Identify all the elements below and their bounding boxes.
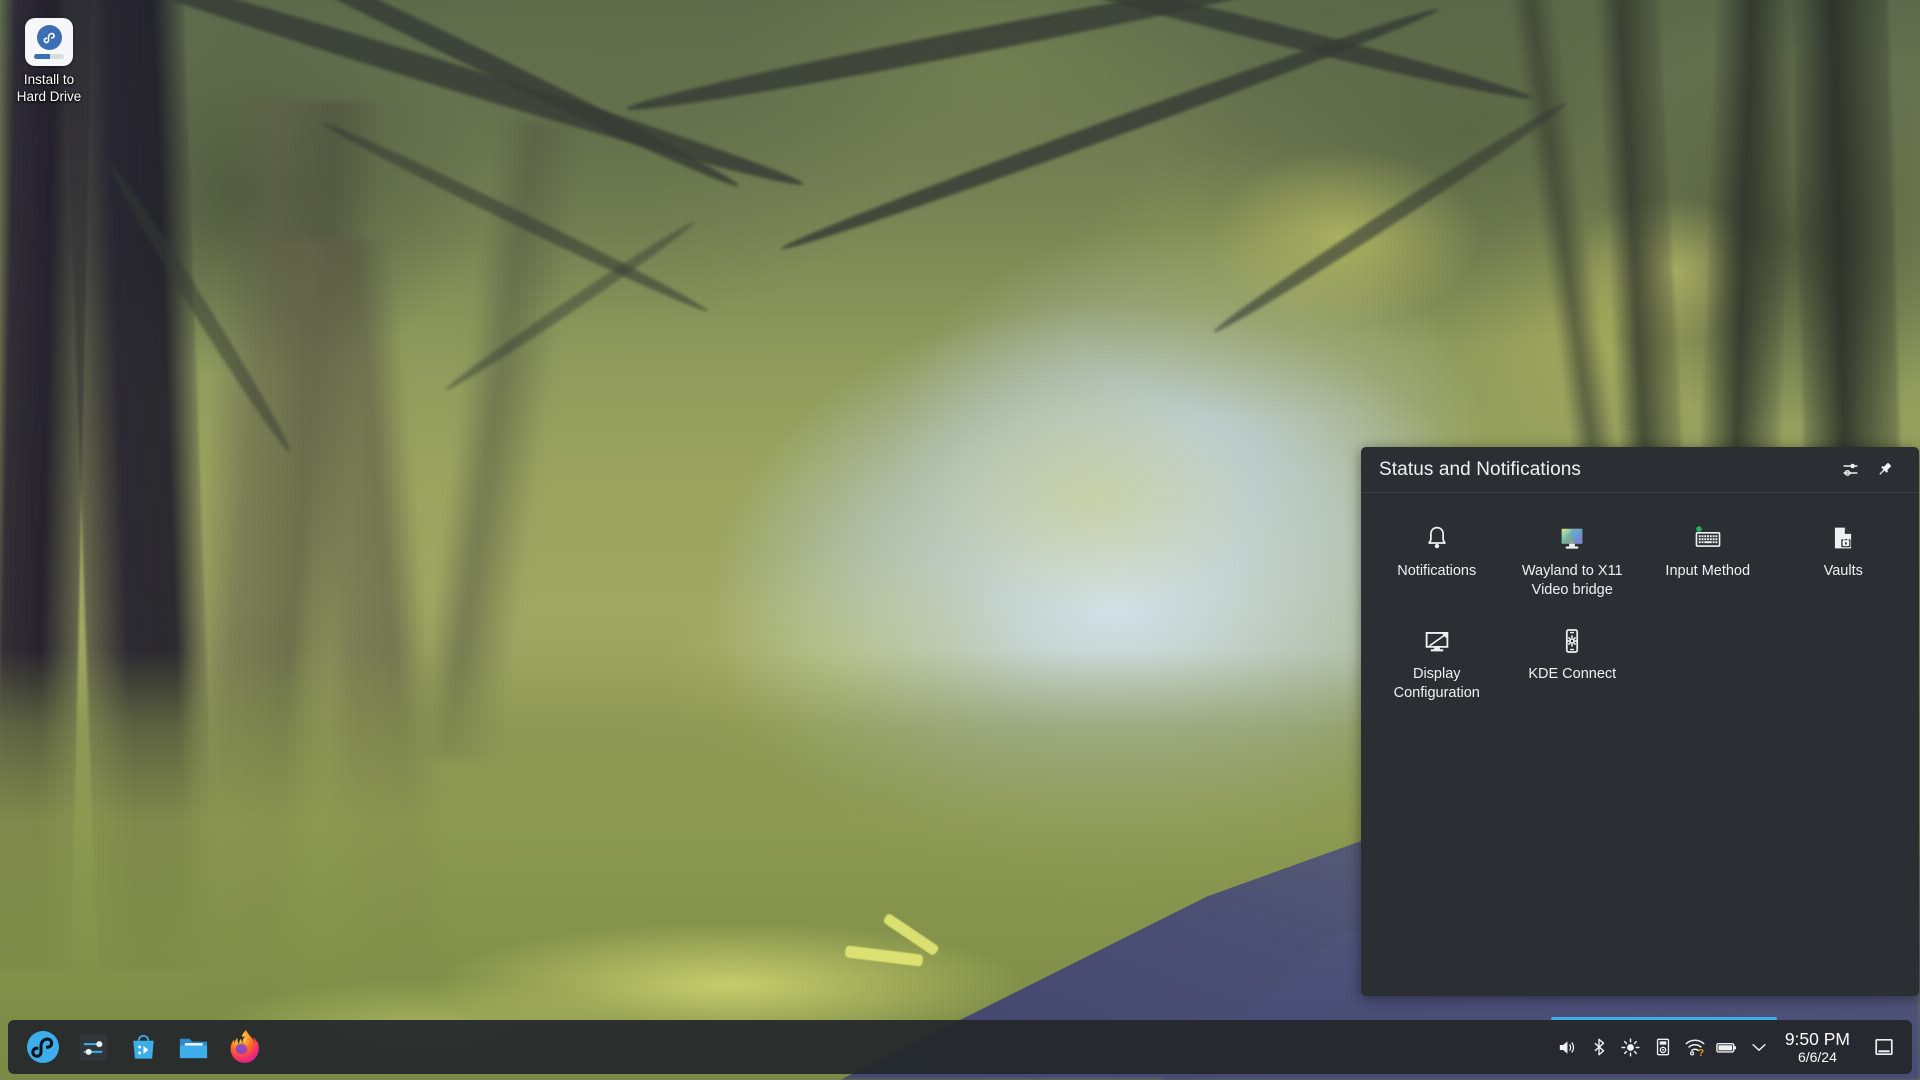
popup-header: Status and Notifications (1361, 447, 1919, 493)
tray-item-label-line1: Display (1412, 666, 1461, 682)
desktop[interactable]: Install to Hard Drive Status and Notifica… (0, 0, 1920, 1080)
tray-item-vaults[interactable]: Vaults (1776, 509, 1912, 612)
volume-tray-icon[interactable] (1551, 1025, 1583, 1069)
pin-button[interactable] (1867, 455, 1901, 485)
kde-connect-phone-icon (1557, 622, 1587, 656)
system-tray: ? 9:50 PM 6/6/24 (1550, 1017, 1908, 1074)
battery-icon (1715, 1036, 1738, 1059)
configure-button[interactable] (1833, 455, 1867, 485)
battery-tray-icon[interactable] (1711, 1025, 1743, 1069)
tray-item-display-configuration[interactable]: Display Configuration (1369, 612, 1505, 715)
sliders-icon (1841, 460, 1860, 479)
status-and-notifications-popup[interactable]: Status and Notifications Notifications W… (1361, 447, 1919, 996)
tray-item-label: KDE Connect (1528, 666, 1617, 682)
brightness-tray-icon[interactable] (1615, 1025, 1647, 1069)
tray-item-label: Input Method (1665, 563, 1751, 579)
popup-body: Notifications Wayland to X11 Video bridg… (1361, 493, 1919, 996)
monitor-color-icon (1557, 519, 1587, 553)
firefox-icon (226, 1030, 260, 1064)
networks-tray-icon[interactable]: ? (1679, 1025, 1711, 1069)
keyboard-icon (1693, 519, 1723, 553)
question-mark-badge: ? (1698, 1048, 1704, 1058)
tray-item-label-line2: Configuration (1393, 685, 1480, 701)
folder-icon (177, 1031, 210, 1064)
expand-tray-button[interactable] (1743, 1025, 1775, 1069)
discover-bag-icon (128, 1032, 159, 1063)
system-tray-highlight (1550, 1017, 1777, 1020)
speaker-icon (1556, 1037, 1577, 1058)
bluetooth-icon (1589, 1037, 1609, 1057)
wifi-unknown-icon: ? (1684, 1036, 1706, 1058)
tray-item-label: Notifications (1397, 563, 1477, 579)
display-icon (1422, 622, 1452, 656)
fedora-installer-icon (25, 18, 73, 66)
desktop-icon-install-to-hard-drive[interactable]: Install to Hard Drive (0, 12, 98, 111)
tray-item-grid: Notifications Wayland to X11 Video bridg… (1369, 509, 1911, 715)
tray-item-notifications[interactable]: Notifications (1369, 509, 1505, 612)
bluetooth-tray-icon[interactable] (1583, 1025, 1615, 1069)
sliders-settings-icon (78, 1032, 109, 1063)
tray-item-label: Wayland to X11 Video bridge (1522, 562, 1623, 600)
system-settings-launcher[interactable] (70, 1024, 116, 1070)
tray-item-label: Vaults (1823, 563, 1863, 579)
desktop-icon-label-line1: Install to (23, 72, 75, 87)
tray-item-label-line2: Video bridge (1531, 582, 1613, 598)
fedora-logo-icon (26, 1030, 60, 1064)
desktop-peek-icon (1873, 1036, 1895, 1058)
tray-item-kde-connect[interactable]: KDE Connect (1505, 612, 1641, 715)
vault-lock-icon (1828, 519, 1858, 553)
desktop-icon-label-line2: Hard Drive (16, 89, 82, 104)
chevron-down-icon (1749, 1037, 1769, 1057)
sun-icon (1620, 1037, 1641, 1058)
taskbar-panel[interactable]: ? 9:50 PM 6/6/24 (8, 1017, 1912, 1074)
peek-at-desktop-button[interactable] (1864, 1024, 1904, 1070)
launcher-area (12, 1024, 266, 1070)
discover-launcher[interactable] (120, 1024, 166, 1070)
media-player-icon (1653, 1037, 1673, 1057)
media-player-tray-icon[interactable] (1647, 1025, 1679, 1069)
tray-item-label-line1: Wayland to X11 (1521, 563, 1623, 579)
bell-icon (1422, 519, 1452, 553)
dolphin-launcher[interactable] (170, 1024, 216, 1070)
clock-date: 6/6/24 (1797, 1049, 1837, 1065)
tray-item-input-method[interactable]: Input Method (1640, 509, 1776, 612)
application-launcher[interactable] (20, 1024, 66, 1070)
desktop-icon-area: Install to Hard Drive (0, 0, 98, 111)
tray-item-wayland-to-x11-video-bridge[interactable]: Wayland to X11 Video bridge (1505, 509, 1641, 612)
digital-clock[interactable]: 9:50 PM 6/6/24 (1775, 1029, 1860, 1065)
firefox-launcher[interactable] (220, 1024, 266, 1070)
clock-time: 9:50 PM (1784, 1029, 1850, 1049)
desktop-icon-label: Install to Hard Drive (17, 71, 82, 105)
tray-item-label: Display Configuration (1394, 665, 1480, 703)
pin-icon (1875, 460, 1894, 479)
popup-title: Status and Notifications (1379, 458, 1582, 480)
green-dot-badge (1695, 526, 1702, 532)
